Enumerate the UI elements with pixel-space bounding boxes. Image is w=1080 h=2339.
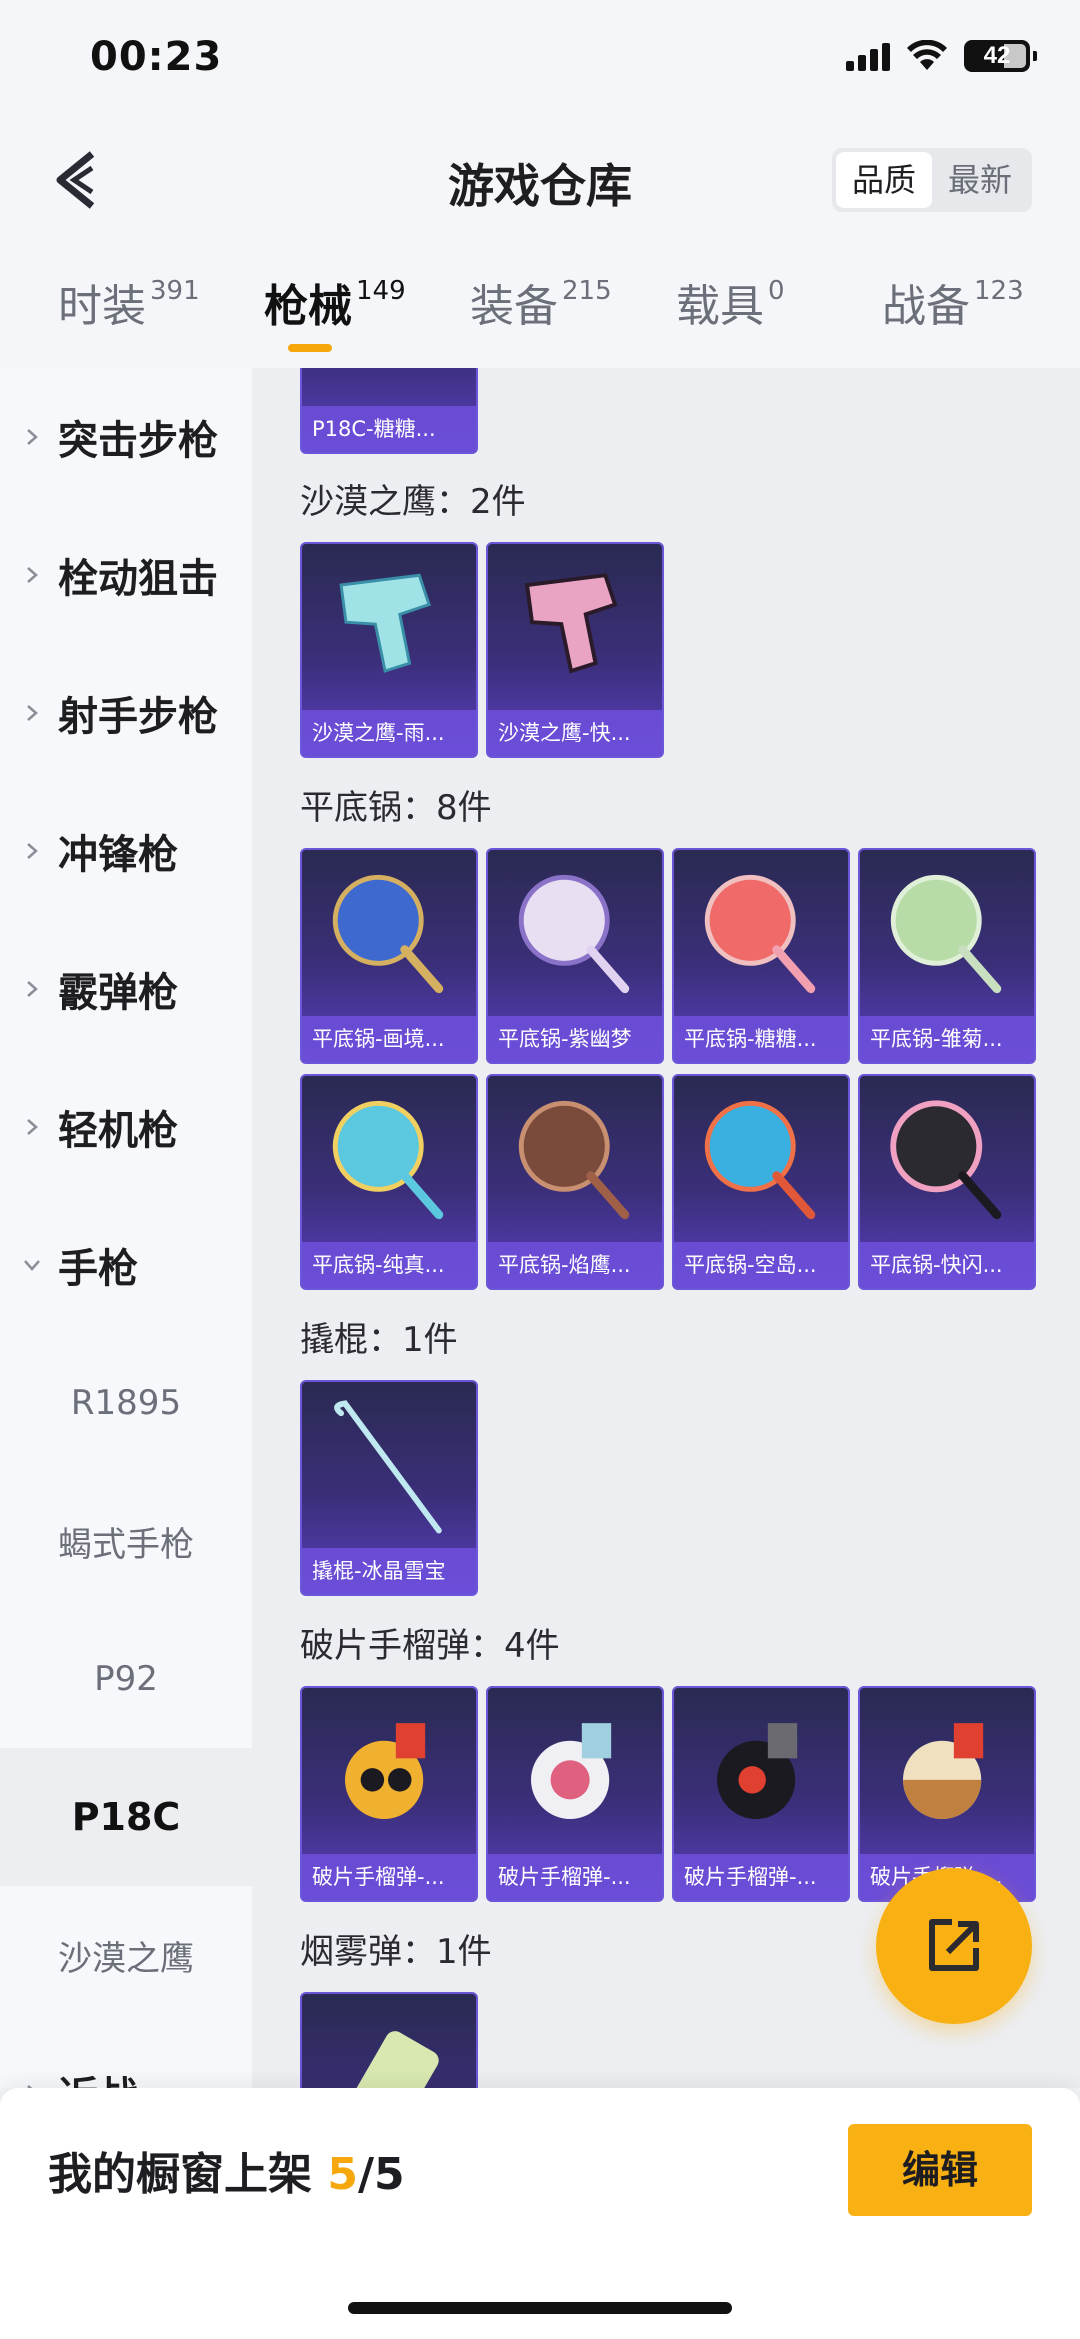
item-image: [302, 368, 476, 410]
crowbar-icon: [334, 1400, 442, 1534]
item-card[interactable]: 平底锅-快闪...: [858, 1074, 1036, 1290]
sidebar-item-lmg[interactable]: 轻机枪: [0, 1058, 252, 1196]
sidebar-item-melee[interactable]: 近战: [0, 2024, 252, 2088]
item-card[interactable]: 平底锅-紫幽梦: [486, 848, 664, 1064]
item-card[interactable]: 破片手榴弹-...: [300, 1686, 478, 1902]
tab-firearms[interactable]: 枪械 149: [264, 270, 406, 334]
smoke-grenade-icon: [341, 2031, 439, 2088]
item-card[interactable]: 沙漠之鹰-快...: [486, 542, 664, 758]
status-time: 00:23: [90, 34, 223, 80]
sort-toggle: 品质 最新: [831, 148, 1032, 212]
item-card[interactable]: 平底锅-空岛...: [672, 1074, 850, 1290]
item-card[interactable]: 破片手榴弹-...: [672, 1686, 850, 1902]
pan-icon: [332, 874, 444, 994]
edit-button[interactable]: 编辑: [848, 2124, 1032, 2216]
pan-icon: [704, 1100, 816, 1220]
pan-icon: [518, 1100, 630, 1220]
status-icons: 42: [846, 40, 1037, 72]
sidebar-item-smg[interactable]: 冲锋枪: [0, 782, 252, 920]
sidebar-subitem-p92[interactable]: P92: [0, 1610, 252, 1748]
sort-newest-option[interactable]: 最新: [932, 152, 1028, 208]
chevron-down-icon: [24, 1260, 40, 1271]
pan-icon: [518, 874, 630, 994]
external-link-icon: [929, 1919, 979, 1971]
chevron-right-icon: [27, 1119, 38, 1135]
pan-icon: [704, 874, 816, 994]
wifi-icon: [907, 40, 947, 70]
item-card[interactable]: [300, 1992, 478, 2088]
sidebar-subitem-p18c[interactable]: P18C: [0, 1748, 252, 1886]
home-indicator: [348, 2302, 732, 2314]
group-title: 烟雾弹：1件: [300, 1932, 492, 1972]
header: 游戏仓库 品质 最新: [0, 120, 1080, 240]
status-bar: 00:23 42: [0, 0, 1080, 120]
sidebar-item-marksman-rifle[interactable]: 射手步枪: [0, 644, 252, 782]
sort-quality-option[interactable]: 品质: [835, 152, 932, 208]
item-card[interactable]: P18C-糖糖...: [300, 368, 478, 454]
sidebar-item-bolt-sniper[interactable]: 栓动狙击: [0, 506, 252, 644]
grenade-icon: [717, 1723, 798, 1819]
item-card[interactable]: 沙漠之鹰-雨...: [300, 542, 478, 758]
cellular-signal-icon: [846, 41, 890, 71]
sidebar-item-shotgun[interactable]: 霰弹枪: [0, 920, 252, 1058]
item-grid: P18C-糖糖... 沙漠之鹰：2件 沙漠之鹰-雨... 沙漠之鹰-快... 平…: [252, 368, 1080, 2088]
battery-level: 42: [983, 42, 1011, 69]
tab-fashion[interactable]: 时装 391: [58, 270, 200, 334]
item-card[interactable]: 撬棍-冰晶雪宝: [300, 1380, 478, 1596]
item-card[interactable]: 平底锅-纯真...: [300, 1074, 478, 1290]
chevron-right-icon: [27, 567, 38, 583]
sidebar-subitem-desert-eagle[interactable]: 沙漠之鹰: [0, 1886, 252, 2024]
category-tabs: 时装 391 枪械 149 装备 215 载具 0 战备 123: [0, 240, 1080, 368]
sidebar: 突击步枪 栓动狙击 射手步枪 冲锋枪 霰弹枪 轻机枪 手枪 R1895 蝎式手枪…: [0, 368, 252, 2088]
group-title: 沙漠之鹰：2件: [300, 482, 526, 522]
sidebar-item-pistol[interactable]: 手枪: [0, 1196, 252, 1334]
chevron-right-icon: [27, 981, 38, 997]
tab-supplies[interactable]: 战备 123: [882, 270, 1024, 334]
bottom-bar: 我的橱窗上架 5/5 编辑: [0, 2088, 1080, 2339]
item-card[interactable]: 破片手榴弹-...: [486, 1686, 664, 1902]
tab-equipment[interactable]: 装备 215: [470, 270, 612, 334]
chevron-right-icon: [27, 705, 38, 721]
showcase-count: 5: [327, 2149, 358, 2200]
pistol-icon: [524, 573, 618, 674]
grenade-icon: [345, 1723, 426, 1819]
pan-icon: [890, 874, 1002, 994]
item-card[interactable]: 平底锅-焰鹰...: [486, 1074, 664, 1290]
item-card[interactable]: 平底锅-画境...: [300, 848, 478, 1064]
group-title: 平底锅：8件: [300, 788, 492, 828]
grenade-icon: [531, 1723, 612, 1819]
pan-icon: [890, 1100, 1002, 1220]
battery-icon: 42: [964, 40, 1037, 72]
group-title: 撬棍：1件: [300, 1320, 458, 1360]
item-card[interactable]: 平底锅-糖糖...: [672, 848, 850, 1064]
sidebar-subitem-scorpion[interactable]: 蝎式手枪: [0, 1472, 252, 1610]
pistol-icon: [339, 573, 431, 673]
showcase-label: 我的橱窗上架 5/5: [48, 2149, 405, 2200]
sidebar-item-assault-rifle[interactable]: 突击步枪: [0, 368, 252, 506]
sidebar-subitem-r1895[interactable]: R1895: [0, 1334, 252, 1472]
tab-vehicles[interactable]: 载具 0: [676, 270, 785, 334]
share-fab-button[interactable]: [876, 1868, 1032, 2024]
pan-icon: [332, 1100, 444, 1220]
item-card[interactable]: 平底锅-雏菊...: [858, 848, 1036, 1064]
chevron-right-icon: [27, 429, 38, 445]
chevron-right-icon: [27, 843, 38, 859]
active-tab-indicator: [288, 344, 332, 352]
group-title: 破片手榴弹：4件: [300, 1626, 560, 1666]
grenade-icon: [903, 1723, 984, 1819]
